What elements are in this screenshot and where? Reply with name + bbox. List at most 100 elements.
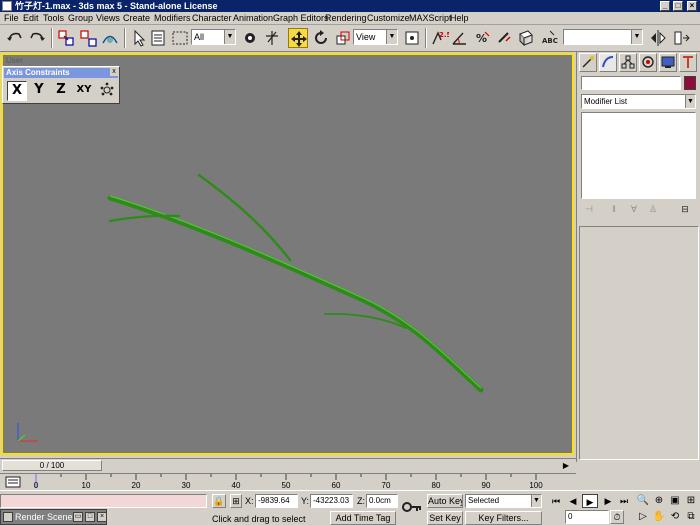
time-slider-thumb[interactable]: 0 / 100 [2,460,102,471]
menu-tools[interactable]: Tools [43,13,64,24]
render-scene-minimized-window[interactable]: Render Scene ▭ □ × [0,509,107,525]
zoom-all-icon[interactable]: ⊕ [652,494,666,508]
edit-named-selection-icon[interactable]: ABC [540,28,560,48]
zoom-extents-all-icon[interactable]: ⊞ [684,494,698,508]
select-object-icon[interactable] [129,28,149,48]
maxscript-listener-mini[interactable] [0,494,207,508]
restrict-to-x-button[interactable]: X [7,81,27,101]
display-tab-icon[interactable] [659,53,677,72]
spinner-snap-icon[interactable] [494,28,514,48]
absolute-mode-icon[interactable]: ⊞ [230,494,242,508]
named-selection-dropdown[interactable]: ▼ [563,29,643,45]
motion-tab-icon[interactable] [639,53,657,72]
menu-edit[interactable]: Edit [23,13,39,24]
menu-create[interactable]: Create [123,13,150,24]
select-and-link-hierarchy-icon[interactable] [262,28,282,48]
axis-constraints-close-button[interactable]: x [110,68,118,76]
lock-selection-icon[interactable]: 🔒 [212,494,226,508]
zoom-extents-icon[interactable]: ▣ [668,494,682,508]
go-to-start-icon[interactable]: ⏮ [548,494,564,508]
pivot-center-icon[interactable] [402,28,422,48]
chevron-right-icon[interactable]: ▶ [560,461,572,471]
trackbar[interactable]: 0 10 20 30 40 50 60 70 80 90 100 [0,473,576,490]
bind-to-space-warp-icon[interactable] [100,28,120,48]
menu-customize[interactable]: Customize [367,13,410,24]
menu-maxscript[interactable]: MAXScript [409,13,452,24]
snap-options-icon[interactable] [97,81,117,101]
axis-constraints-title[interactable]: Axis Constraints [4,68,118,78]
render-scene-maximize-button[interactable]: □ [85,512,95,522]
menu-animation[interactable]: Animation [233,13,273,24]
select-by-name-icon[interactable] [149,28,169,48]
select-and-link-icon[interactable] [56,28,76,48]
mirror-icon[interactable] [648,28,668,48]
render-scene-close-button[interactable]: × [97,512,107,522]
pan-icon[interactable]: ✋ [652,510,666,524]
remove-modifier-icon[interactable]: ♙ [647,203,659,215]
render-scene-restore-button[interactable]: ▭ [73,512,83,522]
user-viewport[interactable]: User [1,53,574,455]
arc-rotate-icon[interactable]: ⟲ [668,510,682,524]
add-time-tag-button[interactable]: Add Time Tag [330,511,396,525]
menu-help[interactable]: Help [450,13,469,24]
select-and-move-icon[interactable] [288,28,308,48]
menu-file[interactable]: File [4,13,19,24]
make-unique-icon[interactable]: ∀ [628,203,640,215]
show-end-result-icon[interactable]: ‖ [608,203,620,215]
app-icon[interactable] [2,1,12,11]
utilities-tab-icon[interactable] [679,53,697,72]
next-frame-icon[interactable]: ▶ [600,494,616,508]
percent-snap-icon[interactable]: % [472,28,492,48]
window-crossing-icon[interactable] [240,28,260,48]
previous-frame-icon[interactable]: ◀ [565,494,581,508]
x-coordinate-field[interactable]: -9839.64 [255,494,298,508]
modifier-list-dropdown[interactable]: Modifier List ▼ [581,94,696,109]
maximize-viewport-icon[interactable]: ⧉ [684,510,698,524]
object-color-swatch[interactable] [684,76,696,90]
align-icon[interactable] [672,28,692,48]
set-key-button[interactable]: Set Key [427,511,463,525]
play-animation-icon[interactable]: ▶ [582,494,598,508]
create-tab-icon[interactable] [579,53,597,72]
key-mode-dropdown[interactable]: Selected ▼ [465,494,542,508]
zoom-icon[interactable]: 🔍 [636,494,650,508]
maximize-button[interactable]: □ [673,1,683,11]
menu-character[interactable]: Character [192,13,232,24]
unlink-selection-icon[interactable] [78,28,98,48]
auto-key-button[interactable]: Auto Key [427,494,463,508]
snap-toggle-icon[interactable]: 2.5 [429,28,452,48]
field-of-view-icon[interactable]: ▷ [636,510,650,524]
key-filters-button[interactable]: Key Filters... [465,511,542,525]
angle-snap-icon[interactable] [450,28,470,48]
restrict-to-xy-button[interactable]: XY [73,81,95,101]
undo-icon[interactable] [5,28,25,48]
modifier-stack-list[interactable] [581,112,696,199]
redo-icon[interactable] [27,28,47,48]
reference-coordinate-dropdown[interactable]: View ▼ [353,29,398,45]
set-key-icon[interactable] [401,499,423,515]
menu-group[interactable]: Group [68,13,93,24]
named-selection-sets-icon[interactable] [516,28,536,48]
menu-graph-editors[interactable]: Graph Editors [273,13,329,24]
time-slider[interactable]: 0 / 100 ▶ [0,458,576,472]
menu-rendering[interactable]: Rendering [325,13,367,24]
select-and-rotate-icon[interactable] [311,28,331,48]
restrict-to-z-button[interactable]: Z [51,81,71,101]
current-frame-field[interactable]: 0 [565,510,609,524]
close-button[interactable]: × [687,1,697,11]
pin-stack-icon[interactable]: ⊣ [583,203,595,215]
minimize-button[interactable]: _ [660,1,670,11]
hierarchy-tab-icon[interactable] [619,53,637,72]
configure-modifier-sets-icon[interactable]: ⊟ [679,203,691,215]
menu-modifiers[interactable]: Modifiers [154,13,191,24]
object-name-field[interactable] [581,76,681,90]
modify-tab-icon[interactable] [599,53,617,72]
restrict-to-y-button[interactable]: Y [29,81,49,101]
y-coordinate-field[interactable]: -43223.03 [310,494,353,508]
go-to-end-icon[interactable]: ⏭ [616,494,632,508]
selection-filter-dropdown[interactable]: All ▼ [191,29,236,45]
rectangular-selection-icon[interactable] [170,28,190,48]
select-and-scale-icon[interactable] [333,28,353,48]
menu-views[interactable]: Views [96,13,120,24]
z-coordinate-field[interactable]: 0.0cm [366,494,398,508]
